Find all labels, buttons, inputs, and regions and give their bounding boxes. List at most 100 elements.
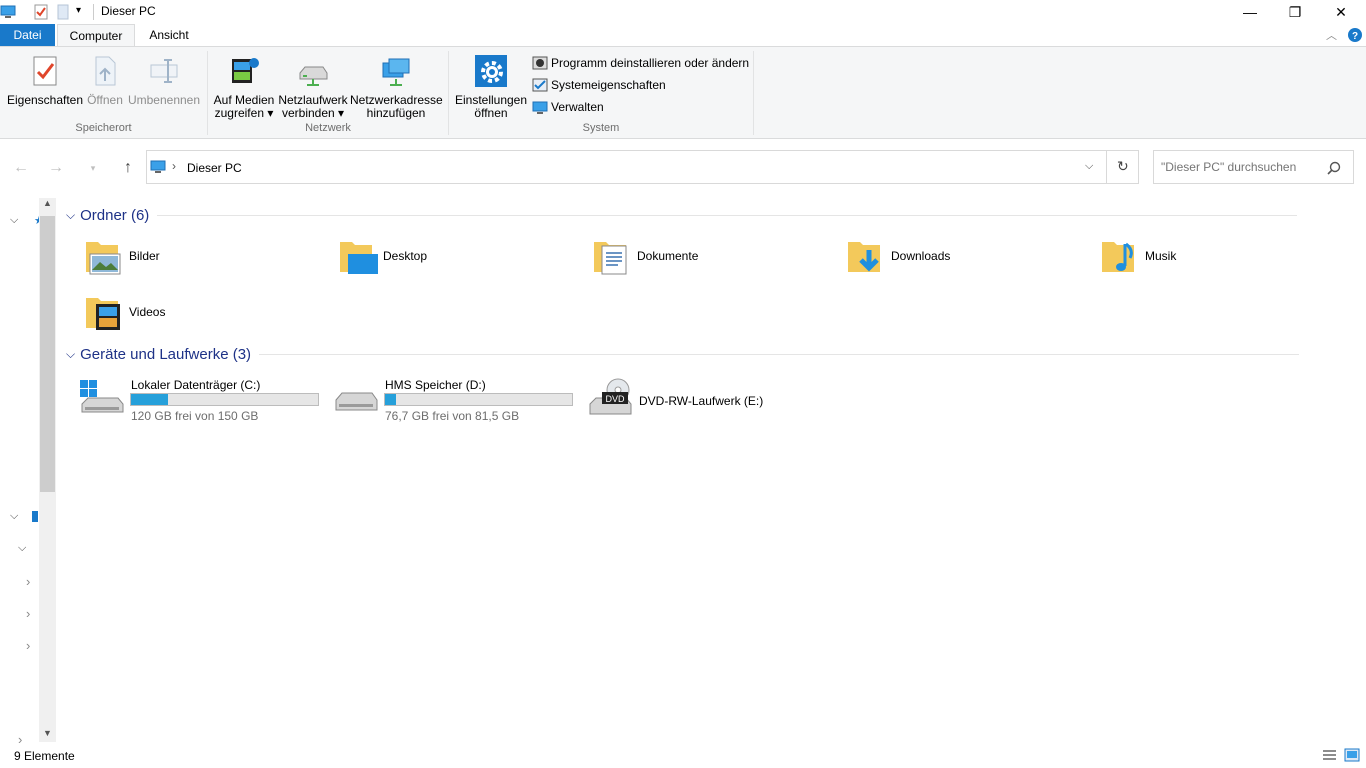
scrollbar-thumb[interactable] [40,216,55,492]
folder-item-dokumente[interactable]: Dokumente [592,234,832,278]
rename-label: Umbenennen [127,93,201,107]
drive-item-e[interactable]: DVD DVD-RW-Laufwerk (E:) [588,378,838,428]
search-icon[interactable] [1327,161,1341,175]
scroll-down-icon[interactable]: ▼ [43,728,52,738]
drive-usage-fill [385,394,397,405]
breadcrumb-dieser-pc[interactable]: Dieser PC [187,161,242,175]
new-folder-quick-icon[interactable] [57,4,69,20]
address-separator [1106,151,1107,183]
videos-folder-icon [86,298,120,330]
folder-name: Videos [129,305,166,319]
network-drive-icon [299,66,328,86]
expand-chevron-icon[interactable]: ⌵ [18,542,26,555]
system-properties-label: Systemeigenschaften [551,78,666,92]
recent-locations-chevron-icon[interactable]: ▾ [83,158,103,178]
title-separator [93,4,94,20]
pc-icon [150,160,166,173]
drive-item-d[interactable]: HMS Speicher (D:) 76,7 GB frei von 81,5 … [334,378,584,428]
uninstall-label: Programm deinstallieren oder ändern [551,56,750,70]
customize-quick-access-icon[interactable]: ▾ [76,5,81,16]
refresh-icon[interactable]: ↻ [1117,158,1129,175]
forward-arrow-icon[interactable]: → [46,158,66,178]
expand-this-pc-chevron-icon[interactable]: ⌵ [10,510,18,523]
folder-item-bilder[interactable]: Bilder [84,234,324,278]
large-icons-view-icon[interactable] [1344,748,1360,762]
collapsed-chevron-icon[interactable]: › [26,574,30,589]
tab-datei[interactable]: Datei [0,24,55,46]
system-properties-button[interactable]: Systemeigenschaften [532,76,666,94]
drives-section-title: Geräte und Laufwerke (3) [80,346,252,363]
section-divider [157,215,1298,216]
nav-pane-scrollbar[interactable]: ▲ ▼ [39,198,56,742]
dvd-drive-icon: DVD [589,378,632,415]
ribbon-tabs: Datei Computer Ansicht ︿ ? [0,24,1366,46]
search-input[interactable] [1161,160,1321,174]
collapse-section-chevron-icon[interactable]: ⌵ [66,208,75,223]
ribbon: Eigenschaften Öffnen Umbenennen Speicher… [0,46,1366,139]
dvd-badge-label: DVD [605,394,625,404]
title-bar: ▾ Dieser PC — ❐ ✕ [0,0,1366,24]
uninstall-program-button[interactable]: Programm deinstallieren oder ändern [532,54,749,72]
collapse-ribbon-icon[interactable]: ︿ [1326,27,1337,43]
expand-quick-access-chevron-icon[interactable]: ⌵ [10,214,18,227]
folder-name: Bilder [129,249,160,263]
item-count: 9 Elemente [14,749,75,763]
svg-text:?: ? [1352,31,1358,42]
folder-name: Dokumente [637,249,699,263]
folders-section-header[interactable]: ⌵ Ordner (6) [66,207,1298,224]
folder-name: Musik [1145,249,1177,263]
address-dropdown-icon[interactable]: ⌵ [1085,160,1093,173]
navigation-pane: ⌵ ★ ⌵ ⌵ › › › › ▲ ▼ [0,194,56,747]
back-arrow-icon[interactable]: ← [11,158,31,178]
breadcrumb-chevron-icon[interactable]: › [172,159,176,173]
properties-quick-icon[interactable] [34,4,48,20]
tab-computer[interactable]: Computer [57,24,135,46]
details-view-icon[interactable] [1322,749,1337,762]
drive-item-c[interactable]: Lokaler Datenträger (C:) 120 GB frei von… [80,378,330,428]
manage-button[interactable]: Verwalten [532,98,604,116]
help-icon[interactable]: ? [1347,27,1363,43]
settings-gear-icon [475,55,509,89]
group-label-netzwerk: Netzwerk [305,122,351,134]
pc-icon [0,5,16,18]
drive-usage-bar [384,393,573,406]
hard-drive-icon [335,392,378,411]
address-bar[interactable]: › Dieser PC ⌵ ↻ [146,150,1139,184]
properties-label: Eigenschaften [6,93,84,107]
folder-item-musik[interactable]: Musik [1100,234,1340,278]
group-separator [753,51,754,135]
open-settings-button[interactable]: Einstellungen öffnen [452,55,530,120]
collapse-section-chevron-icon[interactable]: ⌵ [66,347,75,362]
map-network-drive-button[interactable]: Netzlaufwerk verbinden ▾ [278,55,348,120]
folder-item-downloads[interactable]: Downloads [846,234,1086,278]
search-box[interactable] [1153,150,1354,184]
scroll-up-icon[interactable]: ▲ [43,198,52,208]
open-icon [95,56,116,86]
collapsed-chevron-icon[interactable]: › [26,606,30,621]
minimize-button[interactable]: — [1227,0,1273,24]
network-location-icon [382,58,410,86]
add-network-location-button[interactable]: Netzwerkadresse hinzufügen [350,55,443,120]
drive-usage-bar [130,393,319,406]
restore-button[interactable]: ❐ [1272,0,1318,24]
access-media-button[interactable]: Auf Medien zugreifen ▾ [212,55,276,120]
system-properties-icon [532,78,548,92]
folder-item-desktop[interactable]: Desktop [338,234,578,278]
add-location-label-2: hinzufügen [366,106,426,120]
group-label-speicherort: Speicherort [75,122,132,134]
windows-drive-icon [80,380,124,413]
properties-button[interactable]: Eigenschaften [6,55,84,107]
rename-button[interactable]: Umbenennen [126,55,202,107]
folder-name: Downloads [891,249,951,263]
collapsed-chevron-icon[interactable]: › [26,638,30,653]
settings-label-2: öffnen [474,106,508,120]
pictures-folder-icon [86,242,121,275]
folders-section-title: Ordner (6) [80,207,150,224]
tab-ansicht[interactable]: Ansicht [139,24,199,46]
close-button[interactable]: ✕ [1318,0,1364,24]
up-arrow-icon[interactable]: ↑ [118,158,138,178]
folder-item-videos[interactable]: Videos [84,290,324,334]
this-pc-nav-icon[interactable] [32,511,38,522]
drives-section-header[interactable]: ⌵ Geräte und Laufwerke (3) [66,346,1300,363]
open-button[interactable]: Öffnen [86,55,124,107]
